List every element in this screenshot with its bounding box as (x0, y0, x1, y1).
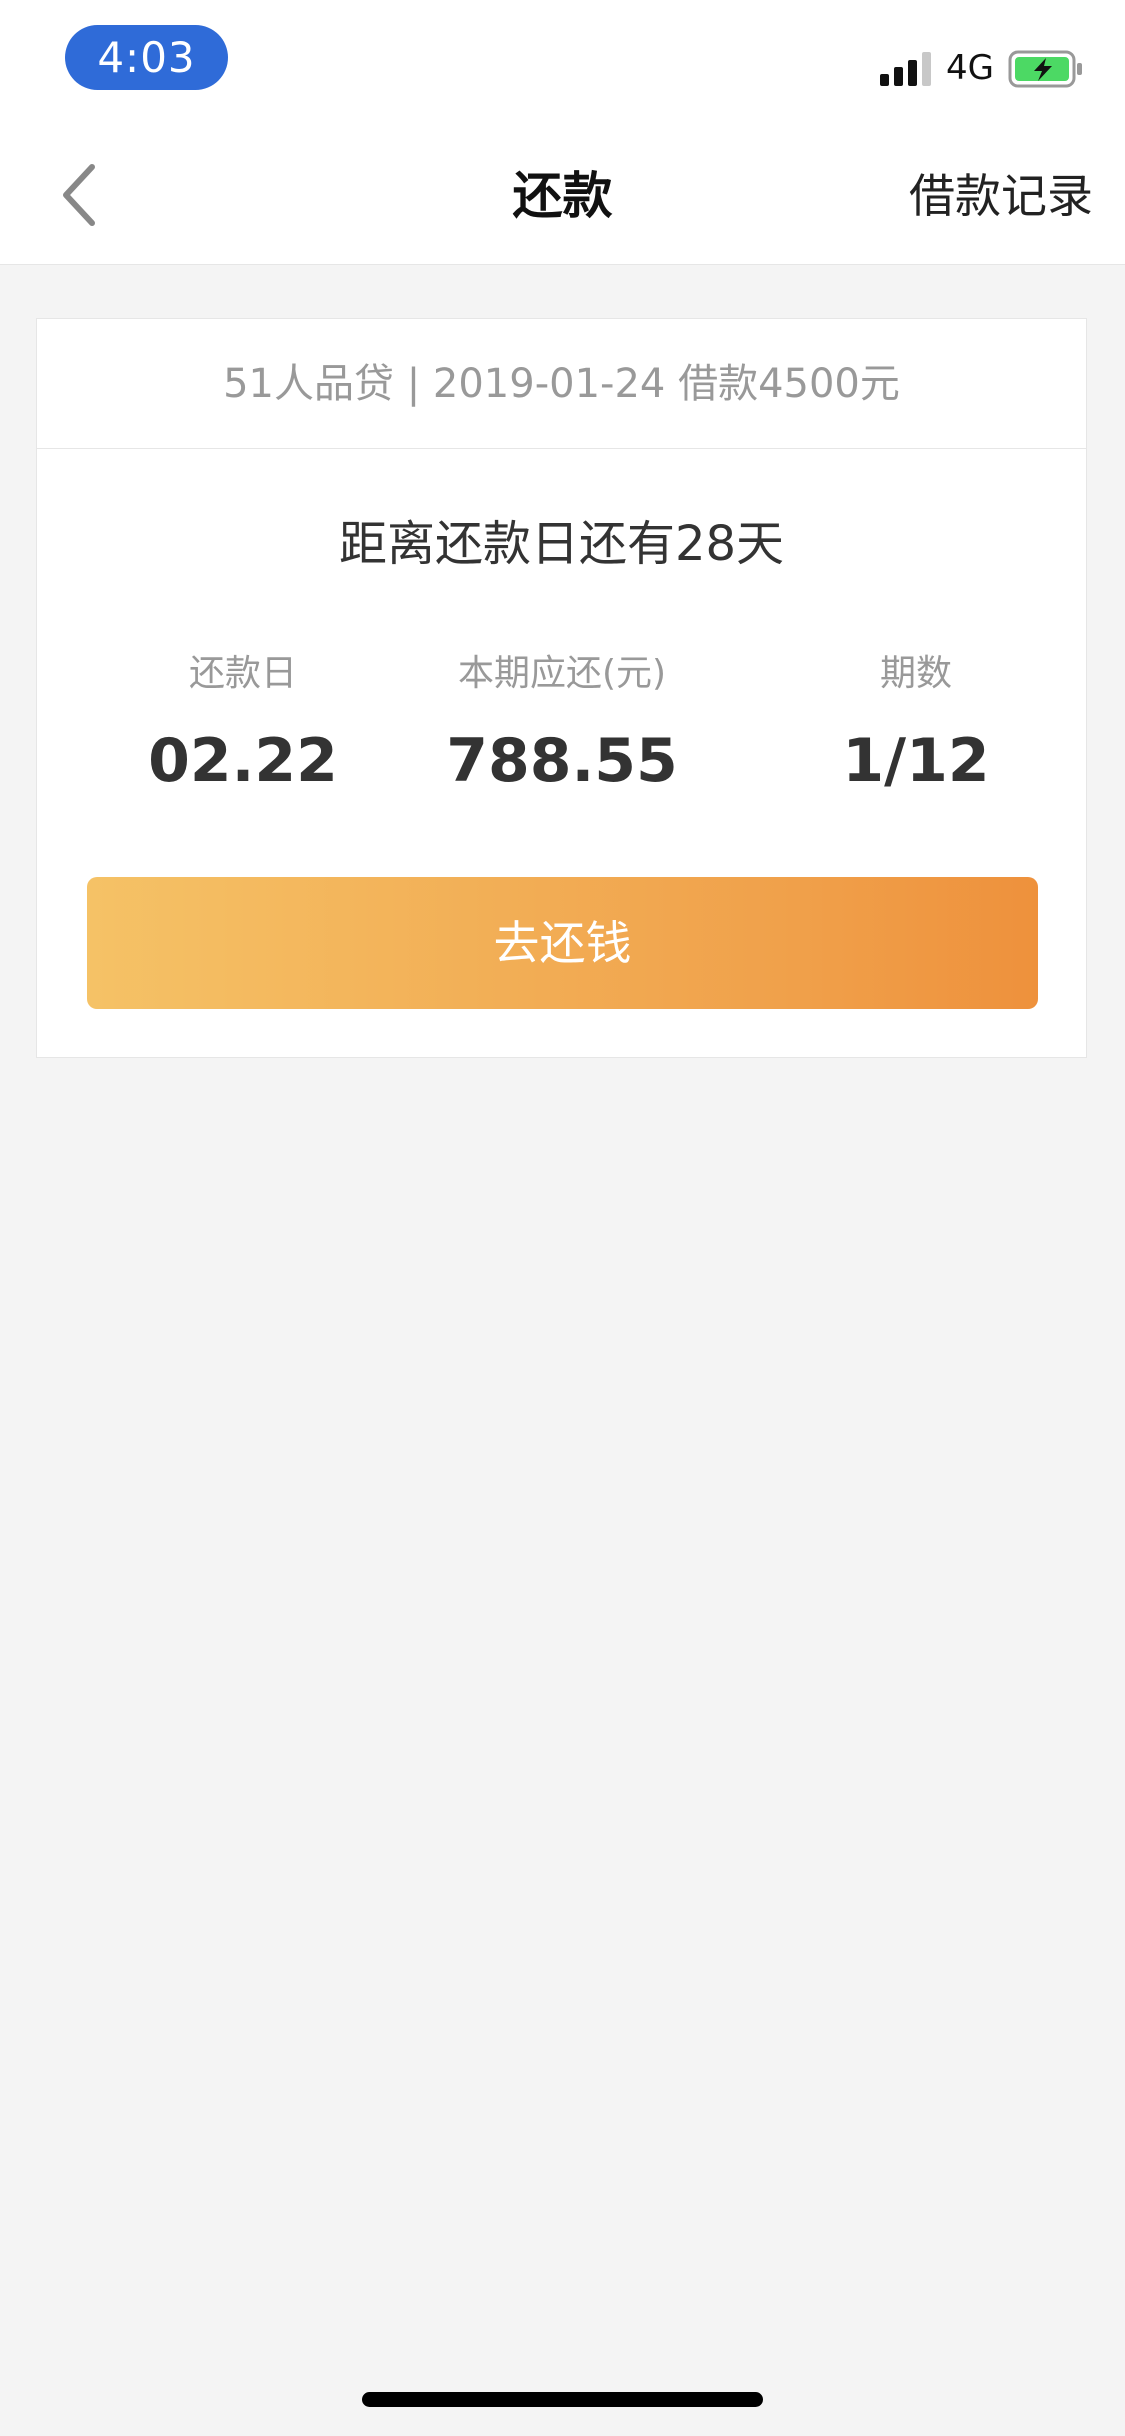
period-stat: 期数 1/12 (736, 649, 1096, 801)
loan-summary: 51人品贷 | 2019-01-24 借款4500元 (37, 319, 1086, 449)
period-label: 期数 (879, 653, 952, 694)
status-time[interactable]: 4:03 (65, 25, 228, 90)
status-bar: 4:03 4G (0, 0, 1125, 130)
repayment-countdown: 距离还款日还有28天 (338, 516, 785, 572)
signal-bars-icon (880, 52, 931, 86)
loan-records-link[interactable]: 借款记录 (909, 162, 1093, 230)
amount-due-label: 本期应还(元) (457, 653, 667, 694)
period-value: 1/12 (842, 726, 990, 796)
pay-now-button[interactable]: 去还钱 (87, 877, 1038, 1009)
due-date-label: 还款日 (188, 653, 297, 694)
network-type: 4G (946, 48, 994, 88)
home-indicator[interactable] (362, 2392, 763, 2407)
battery-charging-icon (1008, 50, 1082, 88)
amount-due-value: 788.55 (446, 726, 678, 796)
repayment-card: 51人品贷 | 2019-01-24 借款4500元 距离还款日还有28天 还款… (36, 318, 1087, 1058)
amount-due-stat: 本期应还(元) 788.55 (382, 649, 742, 801)
navigation-bar: 还款 借款记录 (0, 130, 1125, 265)
due-date-value: 02.22 (148, 726, 338, 796)
due-date-stat: 还款日 02.22 (63, 649, 423, 801)
